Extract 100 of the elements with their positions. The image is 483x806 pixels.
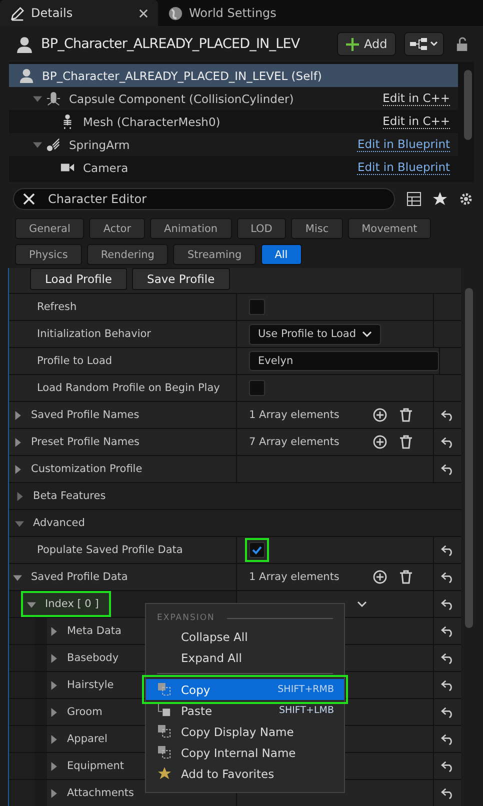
add-icon[interactable]	[373, 435, 387, 449]
clear-icon[interactable]	[23, 193, 35, 205]
category-filter[interactable]: LOD	[236, 218, 286, 239]
reset-icon[interactable]	[441, 626, 454, 636]
property-label: Basebody	[67, 652, 119, 664]
component-row[interactable]: Mesh (CharacterMesh0) Edit in C++	[9, 110, 458, 133]
edit-link[interactable]: Edit in C++	[382, 91, 450, 106]
category-filter[interactable]: Misc	[291, 218, 343, 239]
actor-title: BP_Character_ALREADY_PLACED_IN_LEV	[41, 36, 301, 52]
checkbox[interactable]	[249, 542, 265, 558]
menu-item[interactable]: Collapse All	[146, 626, 344, 647]
caret-icon[interactable]	[13, 572, 22, 582]
plus-icon	[346, 38, 359, 50]
menu-item[interactable]: Copy Internal Name	[146, 742, 344, 763]
reset-icon[interactable]	[441, 436, 454, 448]
component-row[interactable]: BP_Character_ALREADY_PLACED_IN_LEVEL (Self)	[9, 64, 458, 87]
reset-icon[interactable]	[441, 652, 454, 664]
trash-icon[interactable]	[399, 435, 413, 449]
property-label: Attachments	[67, 787, 134, 799]
scrollbar-thumb[interactable]	[465, 288, 473, 628]
category-filter[interactable]: Rendering	[86, 244, 168, 265]
spring-icon	[46, 137, 61, 152]
add-button[interactable]: Add	[337, 32, 396, 56]
pencil-icon	[10, 6, 25, 20]
table-icon[interactable]	[407, 192, 421, 206]
property-label: Groom	[67, 706, 102, 718]
reset-icon[interactable]	[441, 598, 454, 610]
star-icon	[158, 767, 171, 780]
reset-icon[interactable]	[441, 734, 454, 744]
array-count: 1 Array elements	[249, 409, 340, 421]
add-icon[interactable]	[373, 570, 387, 584]
property-label: Initialization Behavior	[37, 328, 151, 340]
search-field[interactable]: Character Editor	[13, 188, 395, 210]
property-label: Apparel	[67, 733, 108, 745]
caret-icon[interactable]	[49, 626, 58, 636]
category-filter[interactable]: Movement	[348, 218, 432, 239]
caret-icon[interactable]	[49, 762, 58, 770]
caret-icon[interactable]	[13, 464, 22, 474]
reset-icon[interactable]	[441, 680, 454, 690]
caret-icon[interactable]	[15, 492, 24, 500]
caret-icon[interactable]	[15, 518, 24, 528]
caret-icon[interactable]	[49, 654, 58, 662]
caret-icon[interactable]	[49, 680, 58, 690]
category-filter[interactable]: Physics	[15, 244, 82, 265]
blueprint-dropdown[interactable]	[404, 32, 444, 56]
caret-icon[interactable]	[33, 94, 42, 103]
caret-icon[interactable]	[49, 734, 58, 744]
component-row[interactable]: Camera Edit in Blueprint	[9, 156, 458, 179]
scrollbar-thumb[interactable]	[464, 70, 472, 140]
trash-icon[interactable]	[399, 408, 413, 422]
add-icon[interactable]	[373, 408, 387, 422]
category-filter[interactable]: Streaming	[173, 244, 256, 265]
dropdown[interactable]: Use Profile to Load	[249, 324, 382, 344]
profile-button[interactable]: Save Profile	[132, 268, 230, 290]
padlock-icon[interactable]	[456, 36, 470, 52]
menu-item[interactable]: Expand All	[146, 647, 344, 668]
caret-icon[interactable]	[33, 140, 42, 149]
component-row[interactable]: SpringArm Edit in Blueprint	[9, 133, 458, 156]
category-filter[interactable]: Actor	[89, 218, 146, 239]
checkbox[interactable]	[249, 299, 265, 315]
person-icon	[19, 68, 34, 83]
caret-icon[interactable]	[49, 788, 58, 798]
star-icon[interactable]	[433, 192, 447, 206]
menu-item[interactable]: Add to Favorites	[146, 763, 344, 784]
settings-icon[interactable]	[459, 192, 473, 206]
edit-link[interactable]: Edit in C++	[382, 114, 450, 129]
caret-icon[interactable]	[13, 438, 22, 446]
caret-icon[interactable]	[27, 600, 36, 608]
property-label: Profile to Load	[37, 355, 112, 367]
reset-icon[interactable]	[441, 410, 454, 420]
checkbox[interactable]	[249, 380, 265, 396]
category-filter[interactable]: General	[15, 218, 84, 239]
reset-icon[interactable]	[441, 544, 454, 556]
menu-section-heading: EXPANSION	[157, 613, 215, 623]
edit-link[interactable]: Edit in Blueprint	[357, 137, 450, 152]
property-label: Hairstyle	[67, 679, 114, 691]
panel-tab[interactable]: Details	[0, 0, 158, 26]
menu-item[interactable]: Paste SHIFT+LMB	[146, 700, 344, 721]
reset-icon[interactable]	[441, 760, 454, 772]
hierarchy-icon	[410, 37, 438, 51]
chevron-icon[interactable]	[357, 601, 367, 607]
profile-button[interactable]: Load Profile	[30, 268, 128, 290]
menu-item[interactable]: Copy SHIFT+RMB	[146, 679, 344, 700]
menu-item[interactable]: Copy Display Name	[146, 721, 344, 742]
component-row[interactable]: Capsule Component (CollisionCylinder) Edit in C++	[9, 87, 458, 110]
edit-link[interactable]: Edit in Blueprint	[357, 160, 450, 175]
copy-icon	[158, 746, 171, 759]
text-field[interactable]: Evelyn	[249, 351, 439, 371]
category-filter[interactable]: All	[260, 244, 302, 265]
reset-icon[interactable]	[441, 464, 454, 474]
caret-icon[interactable]	[49, 708, 58, 716]
reset-icon[interactable]	[441, 706, 454, 718]
caret-icon[interactable]	[13, 410, 22, 420]
trash-icon[interactable]	[399, 570, 413, 584]
reset-icon[interactable]	[441, 572, 454, 582]
array-count: 7 Array elements	[249, 436, 340, 448]
reset-icon[interactable]	[441, 788, 454, 798]
close-icon[interactable]	[139, 8, 148, 18]
category-filter[interactable]: Animation	[150, 218, 232, 239]
panel-tab[interactable]: World Settings	[158, 0, 286, 26]
